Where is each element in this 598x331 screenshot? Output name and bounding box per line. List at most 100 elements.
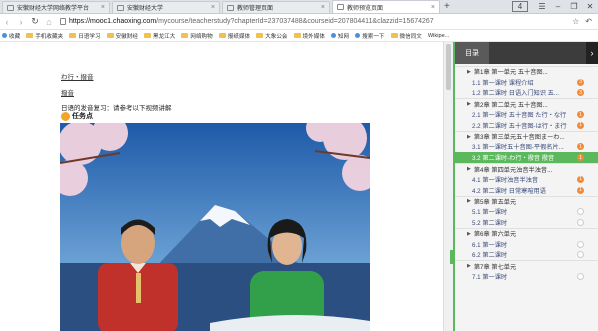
bookmark-item[interactable]: Wikipe... (428, 33, 449, 39)
panel-resize-handle[interactable] (450, 250, 454, 264)
bookmark-item[interactable]: 安徽财经 (106, 32, 138, 40)
toc-lesson[interactable]: 6.2 第二课时 (455, 250, 598, 261)
task-count-badge: 3 (577, 78, 584, 86)
toc-chapter[interactable]: ▶ 第3章 第三单元五十音图まーわ... (455, 130, 598, 142)
toc-lesson-active[interactable]: 3.2 第二课时-わ行・撥音 撥音 1 (455, 152, 598, 164)
content-scrollbar[interactable] (443, 42, 453, 331)
toc-chapter[interactable]: ▶ 第2章 第二单元 五十音图... (455, 98, 598, 109)
close-window-icon[interactable]: ✕ (582, 2, 598, 11)
folder-icon (143, 33, 151, 38)
minimize-icon[interactable]: – (550, 2, 566, 11)
toc-lesson[interactable]: 7.1 第一课时 (455, 271, 598, 282)
breadcrumb[interactable]: わ行・撥音 (61, 71, 94, 81)
bookmarks-bar: 收藏 手机收藏夹 日语学习 安徽财经 黑龙江大 网络购物 报纸媒体 大象公会 境… (0, 30, 598, 42)
toc-lesson[interactable]: 3.1 第一课时五十音图-平假名片... 1 (455, 142, 598, 153)
toc-item-label: 5.2 第二课时 (472, 220, 508, 228)
task-count-badge (577, 219, 584, 227)
toc-lesson[interactable]: 2.2 第二课时 五十音图-は行・ま行 1 (455, 120, 598, 131)
task-point-label: 任务点 (72, 113, 93, 120)
bookmark-item[interactable]: 收藏 (2, 32, 20, 40)
toc-chapter[interactable]: ▶ 第6章 第六单元 (455, 227, 598, 239)
browser-tab[interactable]: 教师管理页面 × (222, 1, 330, 13)
toc-lesson[interactable]: 5.2 第二课时 (455, 217, 598, 228)
task-count-badge: 1 (577, 186, 584, 194)
toc-item-label: 1.1 第一课时 课程介绍 (472, 79, 534, 87)
toc-chapter[interactable]: ▶ 第1章 第一单元 五十音图... (455, 66, 598, 77)
maximize-icon[interactable]: ❐ (566, 2, 582, 11)
bookmark-item[interactable]: 手机收藏夹 (26, 32, 63, 40)
toc-item-label: 3.2 第二课时-わ行・撥音 撥音 (472, 155, 555, 163)
toc-item-label: 7.1 第一课时 (472, 274, 508, 282)
toc-lesson[interactable]: 2.1 第一课时 五十音图 た行・な行 1 (455, 109, 598, 120)
page-info-icon[interactable] (60, 18, 66, 25)
tab-count[interactable]: 4 (512, 1, 528, 12)
page-icon (7, 4, 14, 11)
bookmark-item[interactable]: 微信同文 (390, 32, 422, 40)
task-count-badge: 1 (577, 175, 584, 183)
toc-lesson[interactable]: 4.1 第一课时浊音半浊音 1 (455, 174, 598, 185)
new-tab-button[interactable]: + (444, 1, 450, 13)
bookmark-item[interactable]: 搜索一下 (355, 32, 385, 40)
close-icon[interactable]: × (321, 4, 325, 11)
caret-right-icon: ▶ (467, 101, 471, 108)
collapse-panel-icon[interactable]: › (586, 42, 598, 64)
video-player[interactable] (60, 123, 370, 331)
toc-lesson[interactable]: 5.1 第一课时 (455, 206, 598, 217)
toc-lesson[interactable]: 1.2 第二课时 日语入门知识 五... 3 (455, 88, 598, 99)
toc-chapter[interactable]: ▶ 第5章 第五单元 (455, 195, 598, 207)
toc-lesson[interactable]: 6.1 第一课时 (455, 239, 598, 250)
task-count-badge: 1 (577, 154, 584, 162)
refresh-icon[interactable]: ↻ (28, 16, 42, 27)
toc-item-label: 第6章 第六单元 (473, 231, 517, 239)
toc-lesson[interactable]: 1.1 第一课时 课程介绍 3 (455, 77, 598, 88)
scrollbar-thumb[interactable] (446, 44, 451, 90)
toc-item-label: 1.2 第二课时 日语入门知识 五... (472, 90, 559, 98)
toc-item-label: 5.1 第一课时 (472, 209, 508, 217)
task-count-badge: 3 (577, 89, 584, 97)
toc-chapter[interactable]: ▶ 第4章 第四单元浊音半浊音... (455, 163, 598, 174)
folder-icon (293, 33, 301, 38)
toc-lesson[interactable]: 4.2 第二课时 日常寒暄用语 1 (455, 185, 598, 196)
toc-panel: 目录 › ▶ 第1章 第一单元 五十音图... 1.1 第一课时 课程介绍 3 1.2 … (450, 42, 598, 331)
url-field[interactable]: https://mooc1.chaoxing.com/mycourse/teac… (60, 16, 568, 28)
bookmark-item[interactable]: 大象公会 (256, 32, 288, 40)
folder-icon (26, 33, 34, 38)
close-icon[interactable]: × (431, 4, 435, 11)
toc-header: 目录 › (455, 42, 598, 64)
star-icon[interactable]: ☆ (572, 17, 579, 26)
close-icon[interactable]: × (211, 4, 215, 11)
bookmark-item[interactable]: 黑龙江大 (143, 32, 175, 40)
page-icon (117, 4, 124, 11)
forward-icon[interactable]: › (14, 17, 28, 27)
close-icon[interactable]: × (101, 4, 105, 11)
folder-icon (69, 33, 77, 38)
bookmark-item[interactable]: 报纸媒体 (218, 32, 250, 40)
page-icon (227, 4, 234, 11)
toc-item-label: 6.1 第一课时 (472, 241, 508, 249)
back-icon[interactable]: ‹ (0, 17, 14, 27)
menu-icon[interactable]: ☰ (534, 2, 550, 11)
browser-tab[interactable]: 安徽财经大学网络教学平台 × (2, 1, 110, 13)
url-path: /mycourse/teacherstudy?chapterId=2370374… (156, 18, 434, 25)
page-icon (337, 4, 344, 10)
task-count-badge: 1 (577, 121, 584, 129)
toc-item-label: 6.2 第二课时 (472, 252, 508, 260)
caret-right-icon: ▶ (467, 230, 471, 237)
section-link[interactable]: 撥音 (61, 87, 74, 97)
tab-toc[interactable]: 目录 (455, 42, 489, 64)
bookmark-item[interactable]: 知网 (330, 32, 349, 40)
caret-right-icon: ▶ (467, 263, 471, 270)
browser-tab[interactable]: 安徽财经大学 × (112, 1, 220, 13)
toc-item-label: 4.1 第一课时浊音半浊音 (472, 176, 539, 184)
bookmark-item[interactable]: 境外媒体 (293, 32, 325, 40)
bookmark-item[interactable]: 日语学习 (69, 32, 101, 40)
toc-chapter[interactable]: ▶ 第7章 第七单元 (455, 260, 598, 271)
undo-icon[interactable]: ↶ (585, 17, 592, 26)
task-count-badge (577, 251, 584, 259)
browser-tab-active[interactable]: 教师预览页面 × (332, 0, 440, 13)
toolbar-icons: ☆ ↶ (572, 17, 598, 26)
home-icon[interactable]: ⌂ (42, 17, 56, 27)
task-point: 任务点 (61, 111, 93, 121)
toc-item-label: 第1章 第一单元 五十音图... (473, 69, 548, 77)
bookmark-item[interactable]: 网络购物 (181, 32, 213, 40)
